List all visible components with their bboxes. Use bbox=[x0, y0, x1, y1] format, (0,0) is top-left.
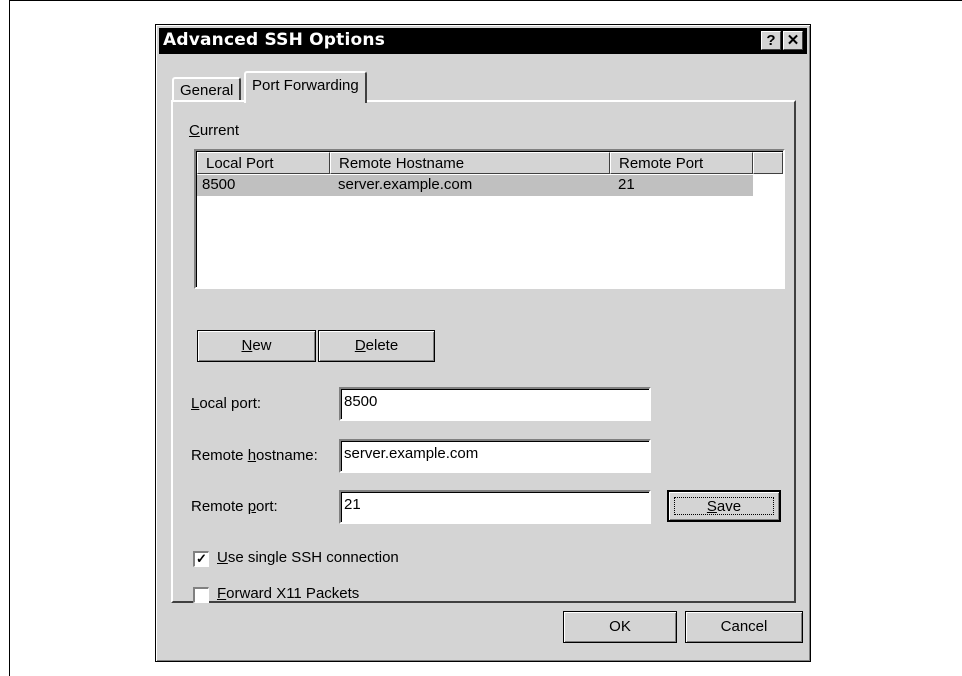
remote-hostname-field[interactable]: server.example.com bbox=[339, 439, 651, 473]
ok-button[interactable]: OK bbox=[563, 611, 677, 643]
window-title: Advanced SSH Options bbox=[163, 30, 386, 50]
port-forwarding-panel: Current Local Port Remote Hostname Remot… bbox=[171, 100, 796, 603]
save-button[interactable]: Save bbox=[667, 490, 781, 522]
new-button-label: New bbox=[241, 337, 272, 354]
column-header-local-port[interactable]: Local Port bbox=[197, 152, 330, 174]
local-port-field[interactable]: 8500 bbox=[339, 387, 651, 421]
close-button[interactable]: ✕ bbox=[783, 31, 803, 50]
forwarding-list[interactable]: Local Port Remote Hostname Remote Port 8… bbox=[194, 149, 785, 289]
cell-remote-port: 21 bbox=[618, 176, 635, 193]
close-icon: ✕ bbox=[786, 32, 800, 49]
save-button-focus: Save bbox=[674, 497, 774, 515]
tab-general[interactable]: General bbox=[172, 77, 242, 101]
help-icon: ? bbox=[766, 32, 776, 49]
cell-local-port: 8500 bbox=[202, 176, 236, 193]
cancel-button[interactable]: Cancel bbox=[685, 611, 803, 643]
cell-remote-hostname: server.example.com bbox=[338, 176, 473, 193]
tab-port-forwarding[interactable]: Port Forwarding bbox=[244, 71, 367, 103]
forward-x11-label[interactable]: Forward X11 Packets bbox=[217, 585, 359, 602]
tab-port-forwarding-label: Port Forwarding bbox=[252, 77, 359, 94]
local-port-label: Local port: bbox=[191, 395, 262, 412]
title-bar[interactable]: Advanced SSH Options ? ✕ bbox=[159, 28, 807, 54]
single-ssh-label[interactable]: Use single SSH connection bbox=[217, 549, 399, 566]
delete-button[interactable]: Delete bbox=[318, 330, 435, 362]
tab-general-label: General bbox=[180, 82, 234, 99]
current-label: Current bbox=[189, 122, 240, 139]
remote-port-field[interactable]: 21 bbox=[339, 490, 651, 524]
delete-button-label: Delete bbox=[354, 337, 399, 354]
column-header-remote-port[interactable]: Remote Port bbox=[610, 152, 753, 174]
new-button[interactable]: New bbox=[197, 330, 316, 362]
single-ssh-checkbox[interactable]: ✓ bbox=[193, 551, 209, 567]
remote-hostname-label: Remote hostname: bbox=[191, 447, 318, 464]
column-header-filler bbox=[753, 152, 783, 174]
column-header-remote-hostname[interactable]: Remote Hostname bbox=[330, 152, 610, 174]
remote-port-label: Remote port: bbox=[191, 498, 278, 515]
table-row[interactable]: 8500 server.example.com 21 bbox=[197, 175, 753, 196]
checkmark-icon: ✓ bbox=[196, 551, 207, 566]
forward-x11-checkbox[interactable] bbox=[193, 587, 209, 603]
help-button[interactable]: ? bbox=[761, 31, 781, 50]
advanced-ssh-options-dialog: Advanced SSH Options ? ✕ General Port Fo… bbox=[155, 24, 811, 662]
